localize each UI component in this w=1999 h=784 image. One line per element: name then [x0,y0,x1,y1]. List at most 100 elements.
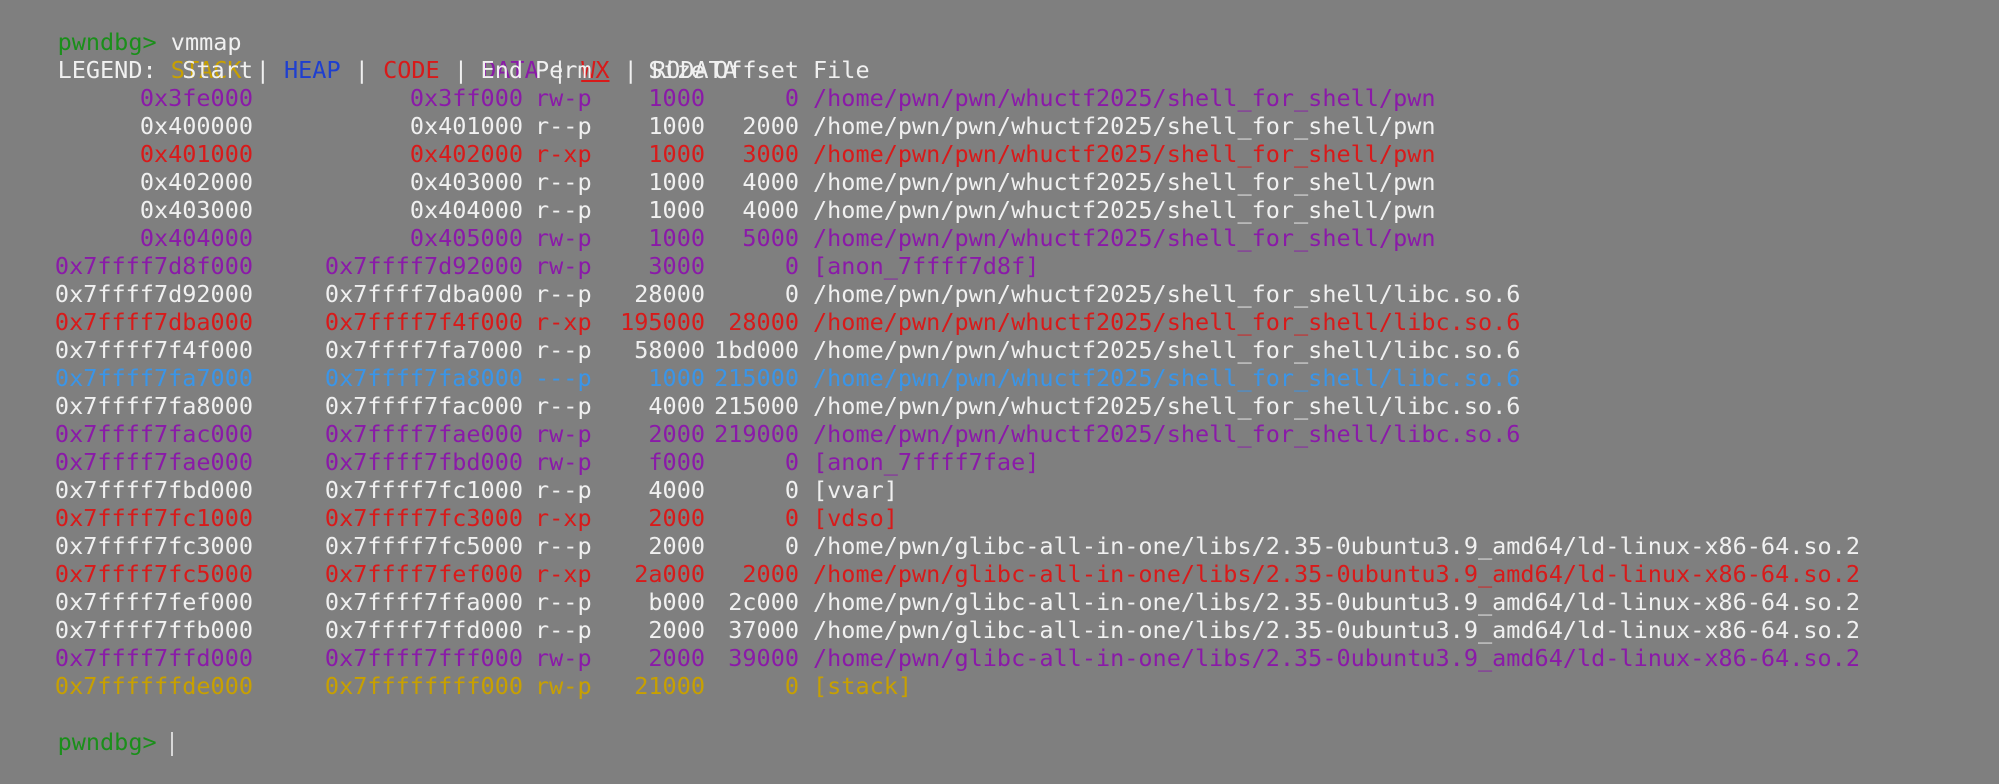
permissions: r-xp [535,560,592,588]
permissions: rw-p [535,224,592,252]
table-row: 0x404000 0x405000 rw-p 1000 5000/home/pwn/pw… [1,224,1999,252]
offset: 28000 [728,308,799,336]
table-row: 0x7ffff7fbd000 0x7ffff7fc1000 r--p 4000 0 [vv… [1,476,1999,504]
text-cursor [170,731,173,756]
permissions: r--p [535,336,592,364]
offset: 1bd000 [714,336,799,364]
start-address: 0x7ffff7fa7000 [54,364,253,392]
permissions: r--p [535,588,592,616]
file-path: [vdso] [813,504,898,532]
permissions: rw-p [535,420,592,448]
end-address: 0x7ffff7fae000 [324,420,523,448]
permissions: r-xp [535,308,592,336]
file-path: /home/pwn/pwn/whuctf2025/shell_for_shell… [813,280,1521,308]
permissions: rw-p [535,672,592,700]
end-address: 0x7ffff7fbd000 [324,448,523,476]
size: 1000 [648,112,705,140]
start-address: 0x7ffff7f4f000 [54,336,253,364]
permissions: r--p [535,616,592,644]
start-address: 0x402000 [139,168,253,196]
size: 21000 [634,672,705,700]
end-address: 0x7ffff7d92000 [324,252,523,280]
end-address: 0x7ffff7ffa000 [324,588,523,616]
offset: 4000 [742,196,799,224]
start-address: 0x7ffff7fa8000 [54,392,253,420]
offset: 2000 [742,112,799,140]
end-address: 0x405000 [409,224,523,252]
header-file: File [813,56,870,84]
start-address: 0x7ffff7fc3000 [54,532,253,560]
offset: 0 [784,504,799,532]
offset: 215000 [714,364,799,392]
file-path: /home/pwn/glibc-all-in-one/libs/2.35-0ub… [813,560,1860,588]
permissions: rw-p [535,84,592,112]
table-row: 0x401000 0x402000 r-xp 1000 3000/home/pwn/pw… [1,140,1999,168]
start-address: 0x7ffff7ffd000 [54,644,253,672]
start-address: 0x7ffffffde000 [54,672,253,700]
offset: 3000 [742,140,799,168]
size: 1000 [648,364,705,392]
table-row: 0x7ffff7dba000 0x7ffff7f4f000 r-xp 195000 28… [1,308,1999,336]
size: 1000 [648,224,705,252]
table-row: 0x7ffff7fa7000 0x7ffff7fa8000 ---p 1000 2150… [1,364,1999,392]
end-address: 0x401000 [409,112,523,140]
permissions: rw-p [535,644,592,672]
terminal[interactable]: pwndbg> vmmap LEGEND: STACK | HEAP | COD… [0,0,1999,756]
file-path: /home/pwn/pwn/whuctf2025/shell_for_shell… [813,392,1521,420]
file-path: /home/pwn/pwn/whuctf2025/shell_for_shell… [813,168,1436,196]
offset: 0 [784,476,799,504]
start-address: 0x401000 [139,140,253,168]
file-path: [vvar] [813,476,898,504]
start-address: 0x7ffff7dba000 [54,308,253,336]
table-header: Start End Perm Size Offset File [1,56,1999,84]
header-end: End [480,56,523,84]
start-address: 0x7ffff7fc1000 [54,504,253,532]
size: f000 [648,448,705,476]
table-row: 0x7ffff7d8f000 0x7ffff7d92000 rw-p 3000 0 [an… [1,252,1999,280]
size: 58000 [634,336,705,364]
input-line[interactable]: pwndbg> [1,700,1999,756]
file-path: /home/pwn/pwn/whuctf2025/shell_for_shell… [813,308,1521,336]
permissions: r--p [535,112,592,140]
header-perm: Perm [535,56,592,84]
end-address: 0x7ffff7fc3000 [324,504,523,532]
offset: 37000 [728,616,799,644]
offset: 0 [784,252,799,280]
end-address: 0x7ffff7fa7000 [324,336,523,364]
end-address: 0x7ffff7fac000 [324,392,523,420]
offset: 0 [784,448,799,476]
permissions: r--p [535,532,592,560]
table-row: 0x3fe000 0x3ff000 rw-p 1000 0/home/pwn/pwn/w… [1,84,1999,112]
size: 4000 [648,392,705,420]
end-address: 0x7ffffffff000 [324,672,523,700]
start-address: 0x404000 [139,224,253,252]
permissions: r--p [535,196,592,224]
start-address: 0x7ffff7fae000 [54,448,253,476]
start-address: 0x7ffff7d92000 [54,280,253,308]
file-path: [stack] [813,672,913,700]
end-address: 0x3ff000 [409,84,523,112]
permissions: ---p [535,364,592,392]
offset: 2c000 [728,588,799,616]
end-address: 0x7ffff7fa8000 [324,364,523,392]
table-row: 0x7ffff7ffb000 0x7ffff7ffd000 r--p 2000 3700… [1,616,1999,644]
table-row: 0x7ffff7fac000 0x7ffff7fae000 rw-p 2000 2190… [1,420,1999,448]
file-path: /home/pwn/pwn/whuctf2025/shell_for_shell… [813,196,1436,224]
size: 4000 [648,476,705,504]
table-row: 0x7ffff7fa8000 0x7ffff7fac000 r--p 4000 2150… [1,392,1999,420]
table-row: 0x402000 0x403000 r--p 1000 4000/home/pwn/pw… [1,168,1999,196]
file-path: [anon_7ffff7fae] [813,448,1040,476]
start-address: 0x7ffff7fef000 [54,588,253,616]
end-address: 0x403000 [409,168,523,196]
end-address: 0x404000 [409,196,523,224]
offset: 0 [784,84,799,112]
file-path: /home/pwn/glibc-all-in-one/libs/2.35-0ub… [813,616,1860,644]
table-row: 0x7ffff7f4f000 0x7ffff7fa7000 r--p 58000 1bd… [1,336,1999,364]
legend: LEGEND: STACK | HEAP | CODE | DATA | WX … [1,28,1999,84]
offset: 39000 [728,644,799,672]
file-path: /home/pwn/pwn/whuctf2025/shell_for_shell… [813,420,1521,448]
file-path: /home/pwn/glibc-all-in-one/libs/2.35-0ub… [813,532,1860,560]
mapping-table: 0x3fe000 0x3ff000 rw-p 1000 0/home/pwn/pwn/w… [1,84,1999,700]
end-address: 0x7ffff7ffd000 [324,616,523,644]
start-address: 0x3fe000 [139,84,253,112]
